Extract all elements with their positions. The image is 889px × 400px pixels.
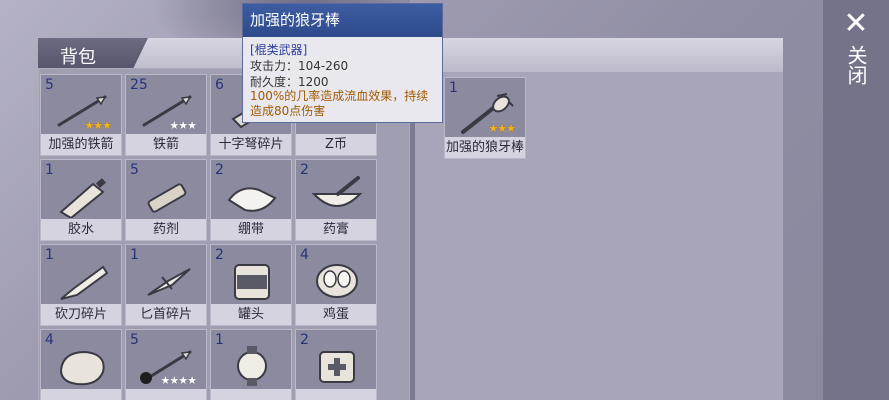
tooltip-effect: 100%的几率造成流血效果，持续造成80点伤害 [250,89,429,118]
inventory-slot[interactable]: 5 药剂 [125,159,207,241]
item-name [41,389,121,400]
tooltip-title: 加强的狼牙棒 [243,4,442,37]
item-name: 药膏 [296,219,376,240]
tooltip-durability: 耐久度：1200 [250,75,329,89]
inventory-slot[interactable]: 1 [210,329,292,400]
item-name: 加强的狼牙棒 [445,137,525,158]
poison-skull-icon [140,372,152,384]
inventory-slot[interactable]: 2 药膏 [295,159,377,241]
inventory-slot[interactable]: 5 ★★★★ [125,329,207,400]
item-tooltip: 加强的狼牙棒 [棍类武器] 攻击力：104-260 耐久度：1200 100%的… [242,3,443,123]
item-name: 匕首碎片 [126,304,206,325]
inventory-slot[interactable]: 2 罐头 [210,244,292,326]
item-name: 绷带 [211,219,291,240]
item-stars: ★★★ [169,119,197,132]
machete-fragment-icon [60,265,109,300]
inventory-slot[interactable]: 1 胶水 [40,159,122,241]
item-name: 铁箭 [126,134,206,155]
item-name [211,389,291,400]
item-name: 胶水 [41,219,121,240]
close-button-label[interactable]: 关闭 [844,45,868,85]
item-stars: ★★★ [84,119,112,132]
syringe-icon [147,183,187,213]
inventory-slot[interactable]: 4 鸡蛋 [295,244,377,326]
item-name [296,389,376,400]
item-name: 罐头 [211,304,291,325]
close-icon[interactable]: ✕ [842,9,870,39]
item-name: 药剂 [126,219,206,240]
item-name: 鸡蛋 [296,304,376,325]
inventory-slot[interactable]: 1 砍刀碎片 [40,244,122,326]
item-name: Z币 [296,134,376,155]
inventory-slot[interactable]: 25 ★★★ 铁箭 [125,74,207,156]
inventory-slot[interactable]: 5 ★★★ 加强的铁箭 [40,74,122,156]
inventory-slot[interactable]: 1 匕首碎片 [125,244,207,326]
item-stars: ★★★★ [160,374,197,387]
first-aid-icon [319,351,355,383]
item-name: 加强的铁箭 [41,134,121,155]
inventory-slot[interactable]: 4 [40,329,122,400]
eggs-icon [316,264,358,298]
item-name: 砍刀碎片 [41,304,121,325]
item-name: 十字弩碎片 [211,134,291,155]
item-name [126,389,206,400]
tab-bag-label: 背包 [60,47,96,68]
inventory-slot[interactable]: 2 [295,329,377,400]
can-icon [234,264,270,300]
inventory-slot[interactable]: 2 绷带 [210,159,292,241]
glue-tube-icon [59,178,106,218]
watch-icon [237,346,267,386]
bandage-icon [227,187,277,212]
meat-icon [59,350,105,386]
tooltip-type: [棍类武器] [250,43,308,57]
item-stars: ★★★ [488,122,516,135]
equipped-item-slot[interactable]: 1 ★★★ 加强的狼牙棒 [444,77,526,159]
tab-bag[interactable]: 背包 [38,38,148,72]
mortar-icon [311,176,363,207]
dagger-fragment-icon [147,268,191,296]
tooltip-attack: 攻击力：104-260 [250,59,349,73]
